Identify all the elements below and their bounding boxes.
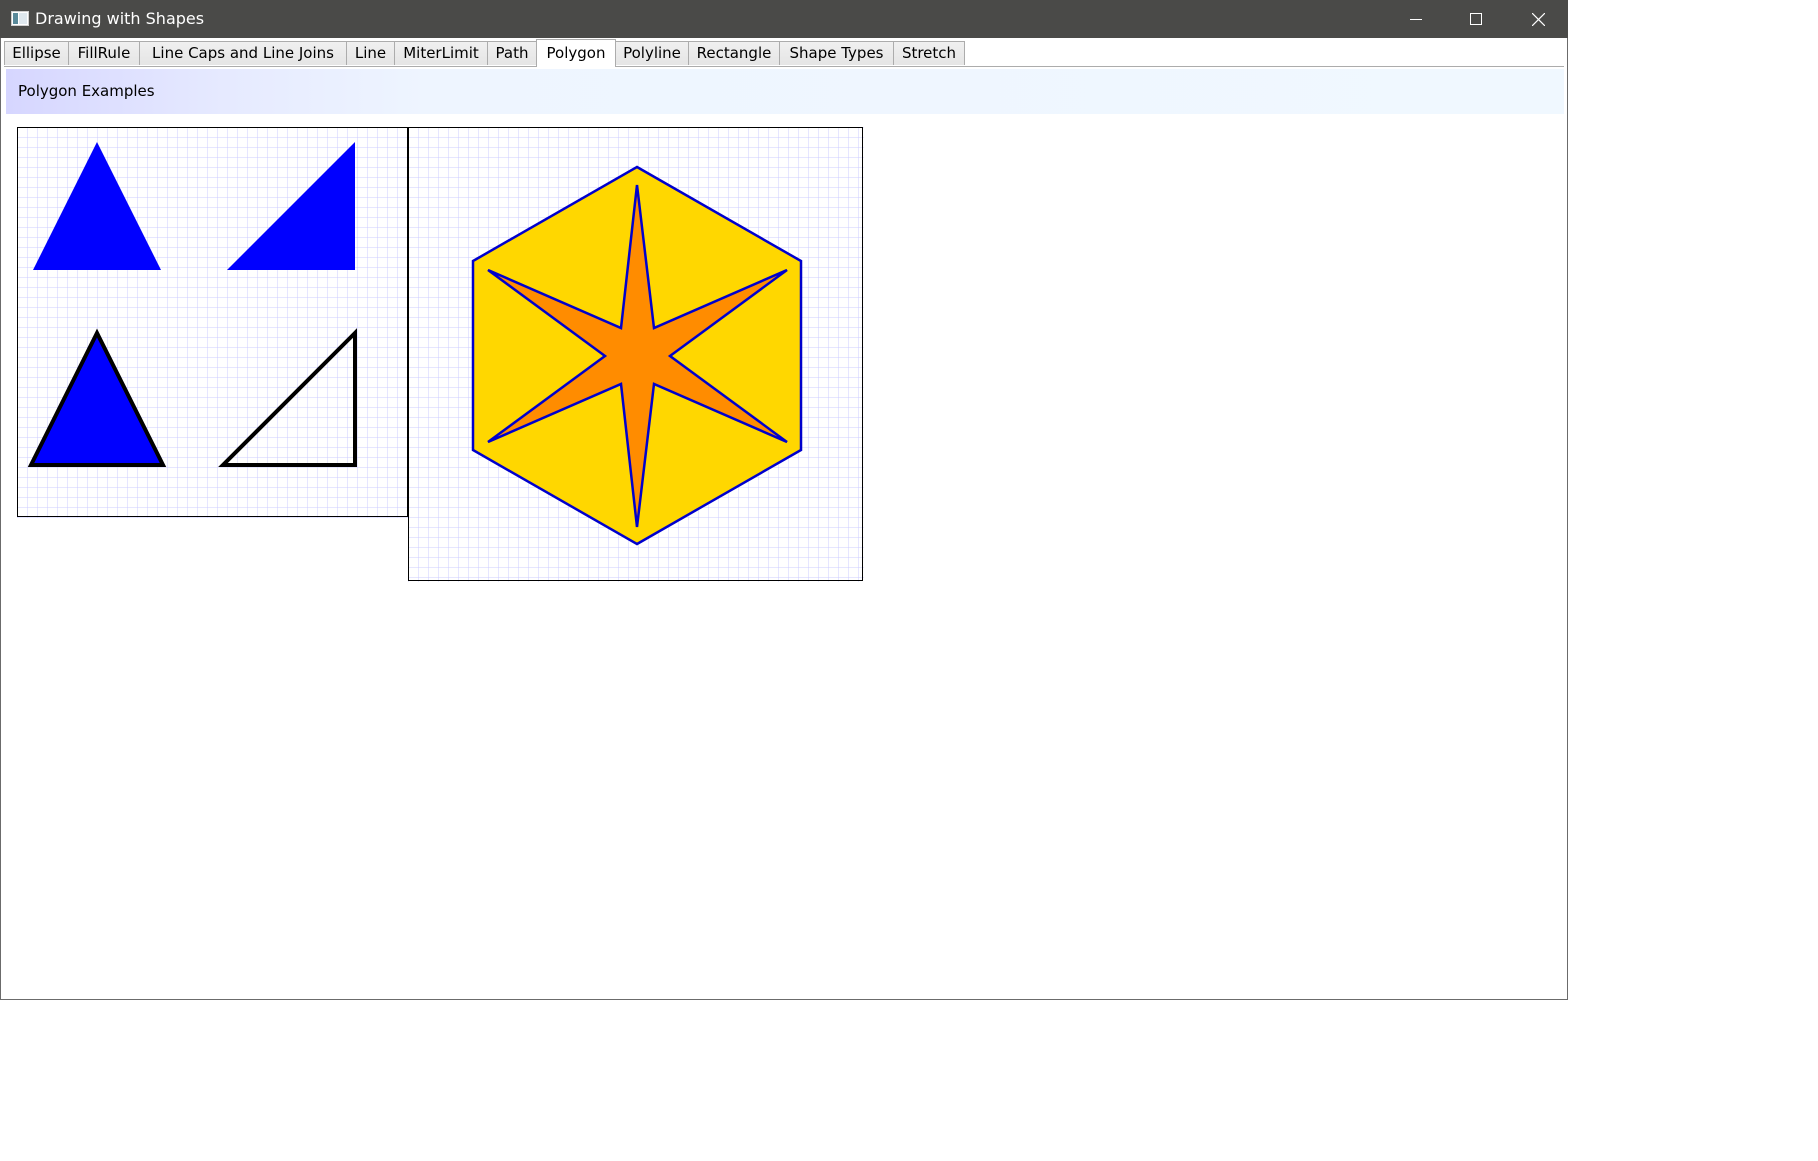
- close-icon: [1531, 12, 1545, 26]
- examples-header: Polygon Examples: [6, 69, 1564, 114]
- tab-ellipse[interactable]: Ellipse: [4, 41, 69, 65]
- triangles-canvas: [17, 127, 409, 518]
- minimize-button[interactable]: [1386, 0, 1446, 38]
- tab-polygon[interactable]: Polygon: [536, 39, 616, 67]
- maximize-button[interactable]: [1446, 0, 1506, 38]
- window-title: Drawing with Shapes: [35, 9, 205, 28]
- tab-shape-types[interactable]: Shape Types: [779, 41, 894, 65]
- tab-strip: Ellipse FillRule Line Caps and Line Join…: [4, 39, 1564, 67]
- title-bar: Drawing with Shapes: [0, 0, 1568, 38]
- app-icon: [11, 11, 29, 26]
- hexagon-star-canvas: [408, 127, 864, 582]
- tab-stretch[interactable]: Stretch: [893, 41, 965, 65]
- tab-line-caps-and-line-joins[interactable]: Line Caps and Line Joins: [139, 41, 347, 65]
- tab-fillrule[interactable]: FillRule: [68, 41, 140, 65]
- minimize-icon: [1410, 19, 1422, 20]
- close-button[interactable]: [1508, 0, 1568, 38]
- examples-header-label: Polygon Examples: [18, 82, 155, 100]
- tab-line[interactable]: Line: [346, 41, 395, 65]
- tab-polyline[interactable]: Polyline: [615, 41, 689, 65]
- tab-path[interactable]: Path: [487, 41, 537, 65]
- tab-miterlimit[interactable]: MiterLimit: [394, 41, 488, 65]
- maximize-icon: [1470, 13, 1482, 25]
- tab-rectangle[interactable]: Rectangle: [688, 41, 780, 65]
